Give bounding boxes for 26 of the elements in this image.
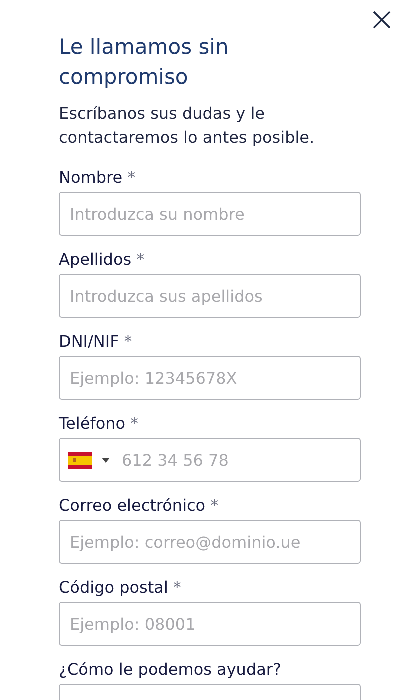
input-field[interactable]: Introduzca su nombre: [59, 192, 361, 236]
required-mark: *: [136, 250, 145, 269]
phone-input[interactable]: 612 34 56 78: [122, 450, 302, 470]
required-mark: *: [173, 578, 182, 597]
close-icon: [373, 11, 391, 29]
close-button[interactable]: [373, 11, 391, 29]
input-field[interactable]: Introduzca sus apellidos: [59, 274, 361, 318]
phone-field[interactable]: 612 34 56 78: [59, 438, 361, 482]
input-field[interactable]: Ejemplo: 12345678X: [59, 356, 361, 400]
required-mark: *: [130, 414, 139, 433]
flag-icon: [68, 452, 92, 468]
input-field[interactable]: Ejemplo: 08001: [59, 602, 361, 646]
field-label: Correo electrónico: [59, 496, 206, 515]
input-field[interactable]: Ejemplo: correo@dominio.ue: [59, 520, 361, 564]
caret-icon: [102, 458, 110, 462]
field-label: Código postal: [59, 578, 168, 597]
form-subtitle: Escríbanos sus dudas y le contactaremos lo antes posible.: [59, 103, 316, 149]
required-mark: *: [210, 496, 219, 515]
field-label: Apellidos: [59, 250, 132, 269]
field-label: Nombre: [59, 168, 123, 187]
required-mark: *: [128, 168, 136, 187]
field-label: ¿Cómo le podemos ayudar?: [59, 660, 282, 679]
field-label: DNI/NIF: [59, 332, 120, 351]
form-title: Le llamamos sin compromiso: [59, 34, 230, 91]
required-mark: *: [124, 332, 132, 351]
field-label: Teléfono: [59, 414, 126, 433]
